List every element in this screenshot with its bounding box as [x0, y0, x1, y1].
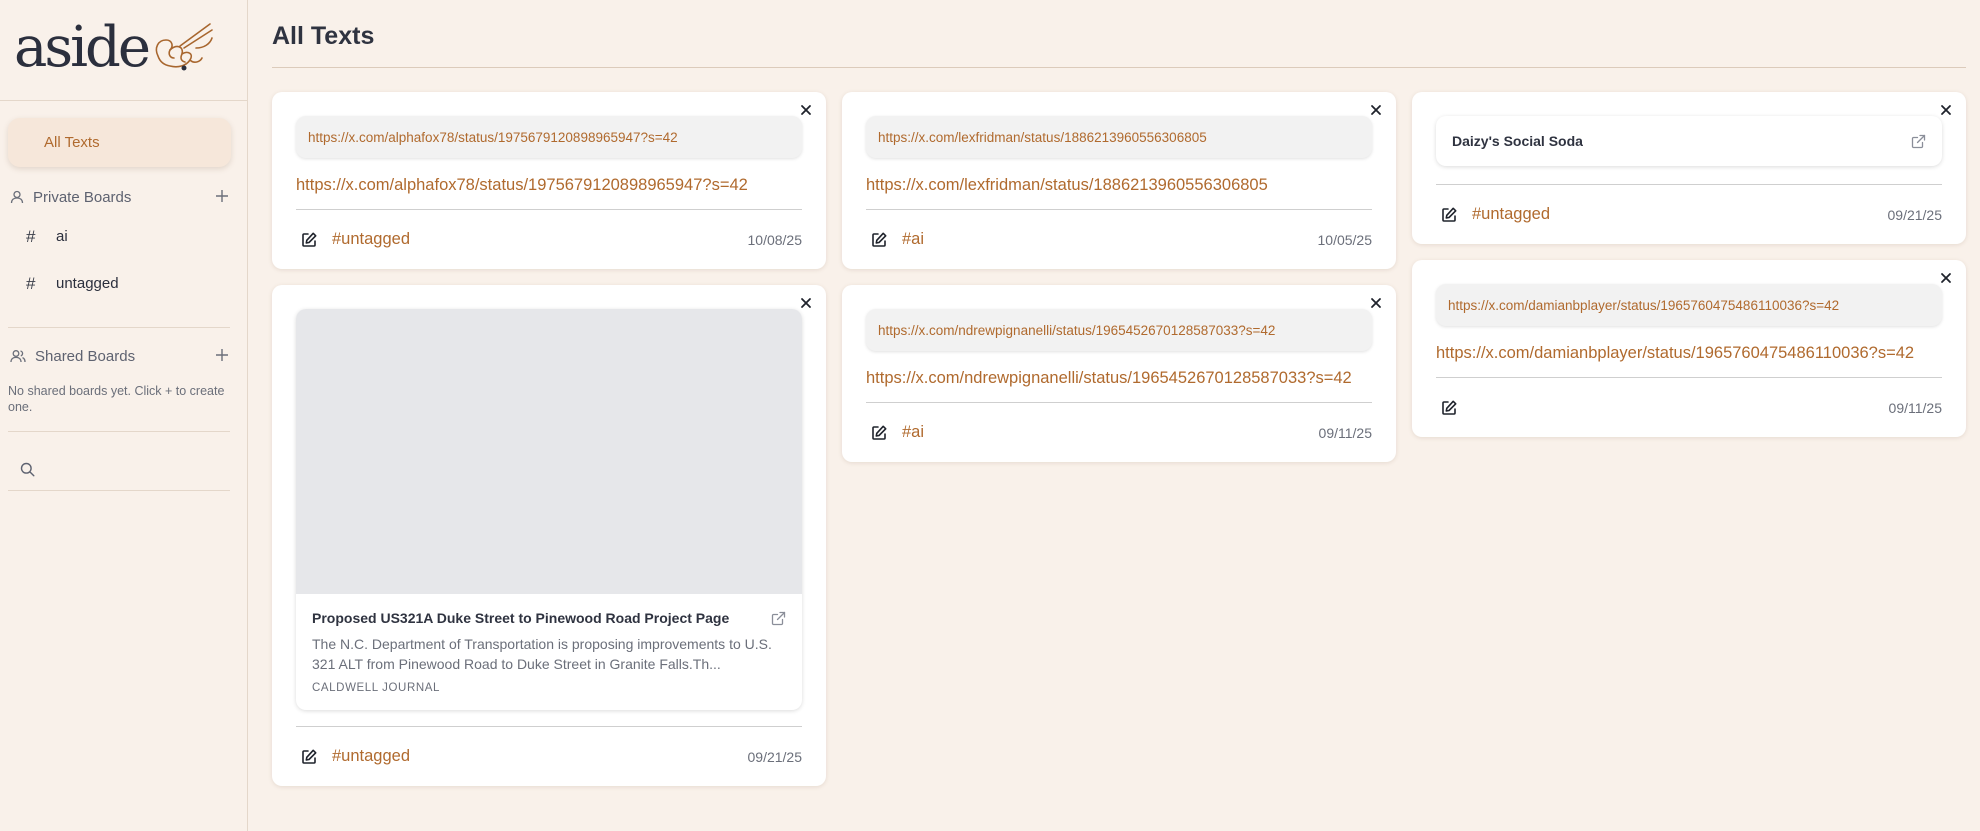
nav-all-texts[interactable]: All Texts: [8, 118, 231, 167]
external-link-icon[interactable]: [1911, 134, 1926, 149]
main-content: All Texts https://x.com/alphafox78/statu…: [248, 0, 1980, 831]
url-pill[interactable]: https://x.com/lexfridman/status/18862139…: [866, 116, 1372, 158]
close-icon: [801, 298, 811, 308]
link-card-title: Daizy's Social Soda: [1452, 133, 1583, 149]
card-text: https://x.com/damianbplayer/status/19657…: [1436, 344, 1915, 362]
card-tag[interactable]: #ai: [902, 230, 924, 249]
cards-grid: https://x.com/alphafox78/status/19756791…: [272, 92, 1966, 786]
hash-icon: #: [26, 226, 36, 246]
card-footer: #untagged 09/21/25: [296, 726, 802, 786]
text-card[interactable]: https://x.com/ndrewpignanelli/status/196…: [842, 285, 1396, 462]
close-icon: [801, 105, 811, 115]
add-private-board-button[interactable]: [215, 187, 229, 207]
search-icon: [20, 462, 35, 477]
edit-icon: [302, 749, 317, 764]
card-date: 09/21/25: [1887, 206, 1943, 223]
cards-column: Daizy's Social Soda #untagged 09/21/25 h…: [1412, 92, 1966, 786]
edit-button[interactable]: [1440, 206, 1458, 224]
card-footer: #ai 10/05/25: [866, 209, 1372, 269]
preview-image: [296, 309, 802, 594]
card-date: 09/11/25: [1888, 399, 1942, 416]
users-icon: [10, 350, 26, 363]
divider: [8, 327, 230, 328]
sidebar-item-label: ai: [56, 228, 68, 245]
user-icon: [10, 190, 24, 204]
text-card[interactable]: Daizy's Social Soda #untagged 09/21/25: [1412, 92, 1966, 244]
shared-boards-empty-note: No shared boards yet. Click + to create …: [8, 384, 225, 414]
preview-body: Proposed US321A Duke Street to Pinewood …: [296, 594, 802, 710]
card-date: 10/08/25: [747, 231, 803, 248]
card-text: https://x.com/lexfridman/status/18862139…: [866, 176, 1268, 194]
url-pill[interactable]: https://x.com/alphafox78/status/19756791…: [296, 116, 802, 158]
edit-button[interactable]: [300, 748, 318, 766]
close-button[interactable]: [798, 295, 814, 311]
private-boards-header: Private Boards: [10, 187, 229, 207]
shared-boards-label: Shared Boards: [35, 347, 136, 365]
divider: [8, 431, 230, 432]
sidebar-item-untagged[interactable]: # untagged: [8, 260, 239, 307]
close-button[interactable]: [798, 102, 814, 118]
edit-icon: [872, 425, 887, 440]
shared-boards-header: Shared Boards: [10, 346, 229, 366]
logo[interactable]: aside: [0, 0, 247, 101]
link-preview[interactable]: Proposed US321A Duke Street to Pinewood …: [296, 309, 802, 710]
close-icon: [1941, 273, 1951, 283]
private-boards-label: Private Boards: [33, 188, 132, 206]
logo-hand-icon: [155, 23, 213, 71]
card-date: 10/05/25: [1317, 231, 1373, 248]
edit-icon: [1442, 400, 1457, 415]
close-button[interactable]: [1368, 295, 1384, 311]
edit-button[interactable]: [870, 424, 888, 442]
card-text: https://x.com/ndrewpignanelli/status/196…: [866, 369, 1352, 387]
card-footer: #untagged 10/08/25: [296, 209, 802, 269]
app: aside All Texts Private Boards # ai # un…: [0, 0, 1980, 831]
edit-button[interactable]: [870, 231, 888, 249]
card-footer: 09/11/25: [1436, 377, 1942, 437]
close-button[interactable]: [1938, 270, 1954, 286]
cards-column: https://x.com/alphafox78/status/19756791…: [272, 92, 826, 786]
cards-column: https://x.com/lexfridman/status/18862139…: [842, 92, 1396, 786]
text-card[interactable]: Proposed US321A Duke Street to Pinewood …: [272, 285, 826, 786]
edit-icon: [872, 232, 887, 247]
sidebar-item-ai[interactable]: # ai: [8, 213, 239, 260]
logo-wordmark: aside: [14, 15, 151, 80]
url-pill[interactable]: https://x.com/damianbplayer/status/19657…: [1436, 284, 1942, 326]
close-icon: [1371, 105, 1381, 115]
card-tag[interactable]: #untagged: [332, 230, 410, 249]
preview-title: Proposed US321A Duke Street to Pinewood …: [312, 610, 730, 626]
close-icon: [1371, 298, 1381, 308]
card-text: https://x.com/alphafox78/status/19756791…: [296, 176, 748, 194]
close-icon: [1941, 105, 1951, 115]
plus-icon: [216, 349, 228, 361]
edit-button[interactable]: [300, 231, 318, 249]
plus-icon: [216, 190, 228, 202]
card-footer: #untagged 09/21/25: [1436, 184, 1942, 244]
url-pill[interactable]: https://x.com/ndrewpignanelli/status/196…: [866, 309, 1372, 351]
preview-description: The N.C. Department of Transportation is…: [312, 636, 772, 672]
link-card[interactable]: Daizy's Social Soda: [1436, 116, 1942, 166]
page-title: All Texts: [272, 0, 1966, 68]
preview-source: CALDWELL JOURNAL: [312, 682, 441, 694]
close-button[interactable]: [1938, 102, 1954, 118]
text-card[interactable]: https://x.com/lexfridman/status/18862139…: [842, 92, 1396, 269]
text-card[interactable]: https://x.com/alphafox78/status/19756791…: [272, 92, 826, 269]
text-card[interactable]: https://x.com/damianbplayer/status/19657…: [1412, 260, 1966, 437]
card-tag[interactable]: #untagged: [332, 747, 410, 766]
card-tag[interactable]: #untagged: [1472, 205, 1550, 224]
close-button[interactable]: [1368, 102, 1384, 118]
card-date: 09/11/25: [1318, 424, 1372, 441]
edit-icon: [302, 232, 317, 247]
add-shared-board-button[interactable]: [215, 346, 229, 366]
hash-icon: #: [26, 273, 36, 293]
external-link-icon[interactable]: [771, 611, 786, 626]
sidebar: aside All Texts Private Boards # ai # un…: [0, 0, 248, 831]
card-footer: #ai 09/11/25: [866, 402, 1372, 462]
edit-button[interactable]: [1440, 399, 1458, 417]
sidebar-item-label: untagged: [56, 275, 119, 292]
card-date: 09/21/25: [747, 748, 803, 765]
edit-icon: [1442, 207, 1457, 222]
search-input[interactable]: [8, 449, 230, 491]
card-tag[interactable]: #ai: [902, 423, 924, 442]
